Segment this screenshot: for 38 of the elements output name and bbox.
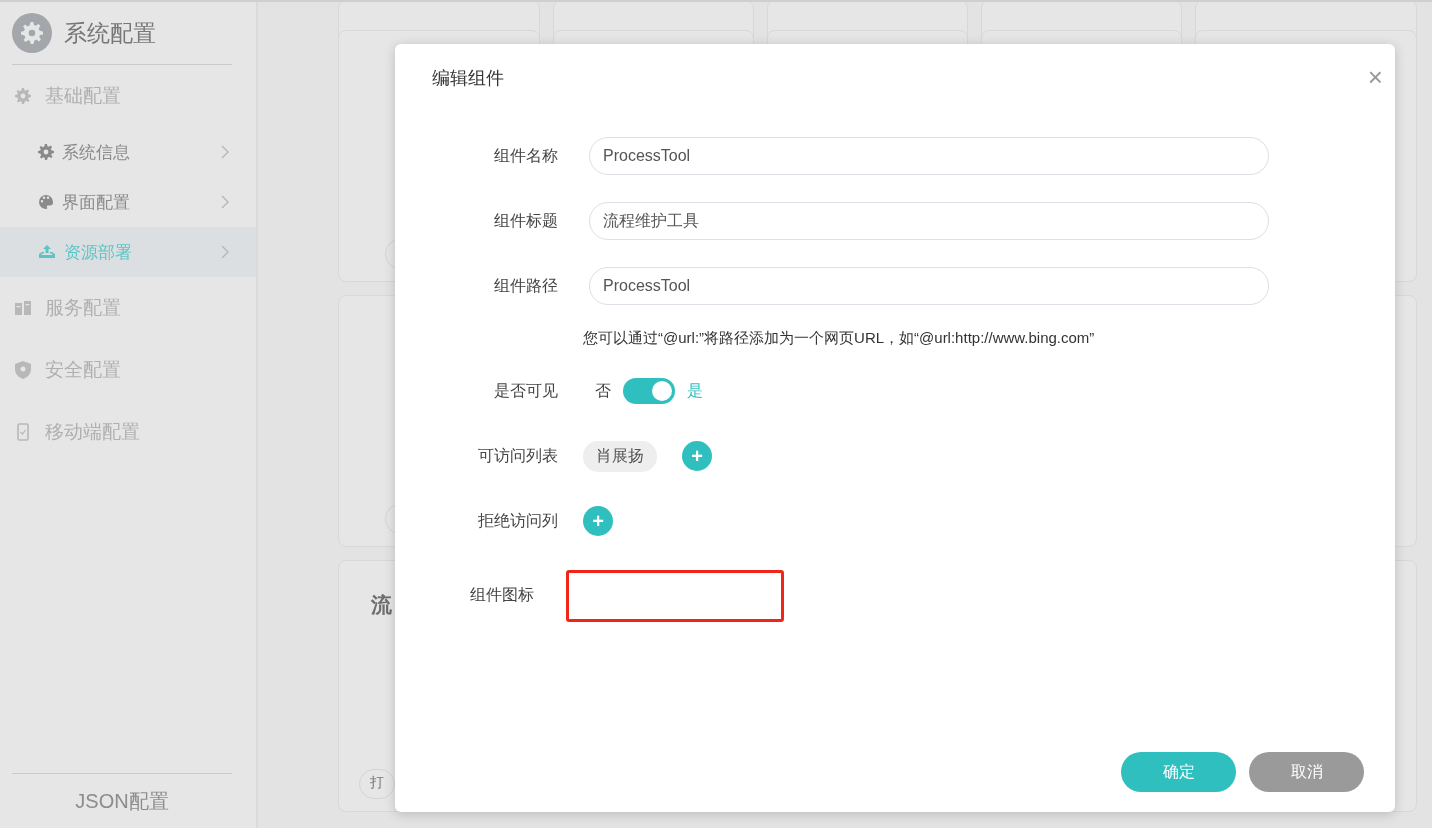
gear-icon	[13, 88, 33, 104]
icon-field[interactable]	[566, 570, 784, 622]
add-button[interactable]: +	[682, 441, 712, 471]
chevron-right-icon	[221, 195, 229, 209]
chevron-right-icon	[221, 145, 229, 159]
close-icon[interactable]: ×	[1367, 64, 1383, 90]
text-field[interactable]: 流程维护工具	[589, 202, 1269, 240]
field-label: 可访问列表	[477, 445, 558, 466]
chevron-right-icon	[221, 245, 229, 259]
shield-icon	[13, 361, 33, 379]
sidebar-title: 系统配置	[64, 18, 156, 48]
palette-icon	[38, 194, 54, 210]
field-label: 拒绝访问列	[477, 510, 558, 531]
toggle-switch[interactable]	[623, 378, 675, 404]
field-label: 组件图标	[470, 585, 534, 605]
toggle-off-label: 否	[595, 380, 611, 401]
toggle-on-label: 是	[687, 380, 703, 401]
sidebar-item[interactable]: 系统信息	[0, 127, 256, 177]
field-label: 组件标题	[493, 210, 558, 231]
text-field[interactable]: ProcessTool	[589, 137, 1269, 175]
sidebar-item[interactable]: 资源部署	[0, 227, 256, 277]
field-label: 组件名称	[493, 145, 558, 166]
user-tag[interactable]: 肖展扬	[583, 440, 657, 472]
card-title: 流	[371, 592, 392, 618]
cancel-button[interactable]: 取消	[1249, 752, 1364, 792]
hint-text: 您可以通过“@url:”将路径添加为一个网页URL，如“@url:http://www.bing.com”	[583, 329, 1096, 348]
field-label: 是否可见	[493, 380, 558, 401]
server-icon	[13, 300, 33, 316]
text-field[interactable]: ProcessTool	[589, 267, 1269, 305]
logo-icon	[12, 13, 52, 53]
upload-icon	[38, 244, 56, 260]
confirm-button[interactable]: 确定	[1121, 752, 1236, 792]
json-config-link[interactable]: JSON配置	[75, 787, 169, 815]
add-button[interactable]: +	[583, 506, 613, 536]
dialog-title: 编辑组件	[432, 67, 504, 90]
field-label: 组件路径	[493, 275, 558, 296]
sidebar-item[interactable]: 界面配置	[0, 177, 256, 227]
gear-icon	[38, 144, 54, 160]
